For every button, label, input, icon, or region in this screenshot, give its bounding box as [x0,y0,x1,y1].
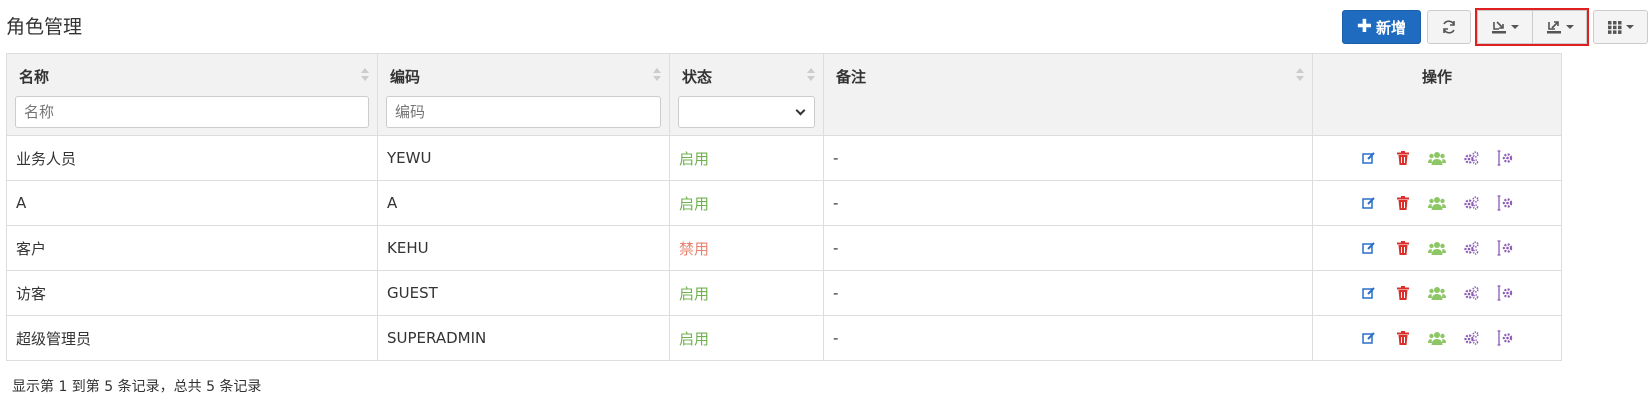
refresh-icon [1443,20,1455,34]
cell-remark: - [823,135,1313,181]
cell-code: YEWU [377,135,670,181]
edit-icon[interactable] [1359,239,1379,257]
plus-icon: ✚ [1356,16,1372,37]
data-scope-settings-icon[interactable] [1495,194,1515,212]
add-button[interactable]: ✚ 新增 [1341,10,1421,44]
edit-icon[interactable] [1359,284,1379,302]
sort-icon [1296,68,1304,82]
sort-icon [807,68,815,82]
cell-remark: - [823,270,1313,316]
assign-users-icon[interactable] [1427,239,1447,257]
cell-remark: - [823,225,1313,271]
chevron-down-icon [1625,25,1634,29]
table-row[interactable]: 客户 KEHU 禁用 - [6,225,1562,271]
column-label: 操作 [1421,68,1452,86]
column-label: 状态 [682,68,713,86]
cell-actions [1312,135,1562,181]
assign-users-icon[interactable] [1427,194,1447,212]
cell-remark: - [823,315,1313,361]
data-scope-settings-icon[interactable] [1495,329,1515,347]
column-label: 名称 [19,68,50,86]
edit-icon[interactable] [1359,329,1379,347]
cell-status: 禁用 [669,225,824,271]
sort-icon [361,68,369,82]
column-header-name[interactable]: 名称 [6,53,378,136]
column-label: 编码 [390,68,421,86]
cell-code: SUPERADMIN [377,315,670,361]
data-scope-settings-icon[interactable] [1495,149,1515,167]
add-button-label: 新增 [1375,18,1406,37]
assign-users-icon[interactable] [1427,149,1447,167]
export-button-group [1475,8,1589,46]
roles-table: 名称 编码 状态 备注 操作 [6,53,1562,361]
cell-status: 启用 [669,180,824,226]
cell-actions [1312,225,1562,271]
table-row[interactable]: 访客 GUEST 启用 - [6,270,1562,316]
import-icon [1492,21,1506,34]
delete-icon[interactable] [1393,194,1413,212]
cell-name: 访客 [6,270,378,316]
cell-name: A [6,180,378,226]
table-row[interactable]: 业务人员 YEWU 启用 - [6,135,1562,181]
cell-name: 客户 [6,225,378,271]
code-filter-input[interactable] [386,96,661,128]
permissions-icon[interactable] [1461,149,1481,167]
cell-code: A [377,180,670,226]
export-icon [1546,21,1561,34]
assign-users-icon[interactable] [1427,284,1447,302]
column-header-remark[interactable]: 备注 [823,53,1313,136]
sort-icon [653,68,661,82]
edit-icon[interactable] [1359,149,1379,167]
chevron-down-icon [795,105,806,115]
cell-remark: - [823,180,1313,226]
permissions-icon[interactable] [1461,329,1481,347]
assign-users-icon[interactable] [1427,329,1447,347]
pagination-info: 显示第 1 到第 5 条记录，总共 5 条记录 [12,379,262,395]
cell-actions [1312,180,1562,226]
edit-icon[interactable] [1359,194,1379,212]
chevron-down-icon [1565,25,1574,29]
import-button[interactable] [1477,10,1532,44]
cell-status: 启用 [669,315,824,361]
cell-actions [1312,270,1562,316]
cell-status: 启用 [669,270,824,316]
permissions-icon[interactable] [1461,239,1481,257]
data-scope-settings-icon[interactable] [1495,239,1515,257]
page-title: 角色管理 [6,16,83,38]
column-header-code[interactable]: 编码 [377,53,670,136]
column-header-status[interactable]: 状态 [669,53,824,136]
cell-code: KEHU [377,225,670,271]
delete-icon[interactable] [1393,284,1413,302]
column-label: 备注 [836,68,867,86]
data-scope-settings-icon[interactable] [1495,284,1515,302]
table-row[interactable]: 超级管理员 SUPERADMIN 启用 - [6,315,1562,361]
chevron-down-icon [1511,25,1519,29]
delete-icon[interactable] [1393,329,1413,347]
cell-name: 业务人员 [6,135,378,181]
table-row[interactable]: A A 启用 - [6,180,1562,226]
permissions-icon[interactable] [1461,194,1481,212]
columns-grid-icon [1607,20,1621,34]
toolbar: ✚ 新增 [1341,8,1648,46]
name-filter-input[interactable] [15,96,369,128]
delete-icon[interactable] [1393,149,1413,167]
delete-icon[interactable] [1393,239,1413,257]
column-header-actions: 操作 [1312,53,1562,136]
cell-status: 启用 [669,135,824,181]
cell-code: GUEST [377,270,670,316]
refresh-button[interactable] [1427,10,1471,44]
status-filter-select[interactable] [678,96,815,128]
cell-actions [1312,315,1562,361]
export-button[interactable] [1532,10,1587,44]
columns-toggle-button[interactable] [1593,10,1648,44]
cell-name: 超级管理员 [6,315,378,361]
permissions-icon[interactable] [1461,284,1481,302]
